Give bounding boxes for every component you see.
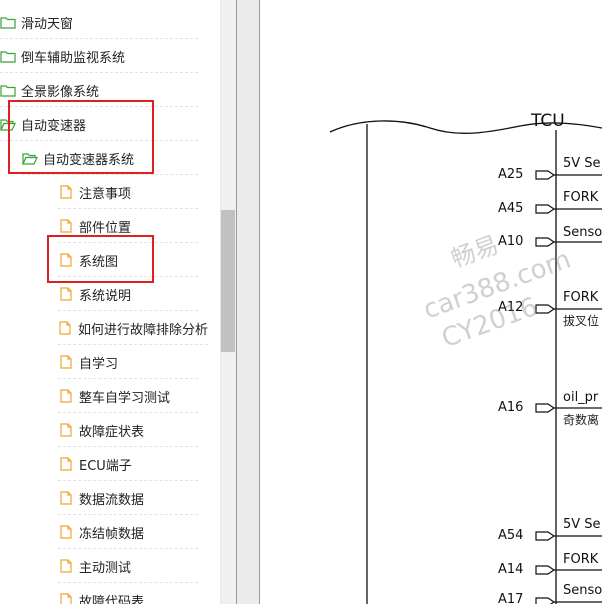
document-icon bbox=[58, 457, 74, 471]
signal-label: Senso bbox=[563, 583, 602, 598]
diagram-lines bbox=[329, 120, 602, 604]
tree-item-symptom-table[interactable]: 故障症状表 bbox=[58, 413, 198, 447]
tree-item-self-learning[interactable]: 自学习 bbox=[58, 345, 198, 379]
tree-item-label: ECU端子 bbox=[79, 458, 132, 474]
pin-label: A16 bbox=[498, 400, 524, 415]
diagram-title: TCU bbox=[531, 111, 565, 131]
tree-item-data-stream[interactable]: 数据流数据 bbox=[58, 481, 198, 515]
tree-item-vehicle-self-learning-test[interactable]: 整车自学习测试 bbox=[58, 379, 198, 413]
signal-label: 5V Se bbox=[563, 156, 601, 171]
tree-item-label: 故障代码表 bbox=[79, 594, 145, 605]
tree-item-label: 主动测试 bbox=[79, 560, 132, 576]
signal-sublabel: 奇数离 bbox=[563, 413, 600, 427]
signal-label: 5V Se bbox=[563, 517, 601, 532]
tree-item-label: 自学习 bbox=[79, 356, 119, 372]
tree-item-label: 系统图 bbox=[79, 254, 119, 270]
signal-sublabel: 拔叉位 bbox=[563, 314, 600, 328]
panel-divider[interactable] bbox=[236, 0, 260, 604]
document-icon bbox=[58, 287, 74, 301]
tree-item-ecu-terminals[interactable]: ECU端子 bbox=[58, 447, 198, 481]
sidebar-tree: 滑动天窗 倒车辅助监视系统 全景影像系统 自动变速器 自动变速器系统 注意事项 … bbox=[0, 0, 220, 604]
signal-label: FORK bbox=[563, 552, 599, 567]
pin-label: A45 bbox=[498, 201, 524, 216]
tree-item-label: 全景影像系统 bbox=[21, 84, 100, 100]
folder-icon bbox=[0, 15, 16, 29]
tree-item-label: 自动变速器系统 bbox=[43, 152, 135, 168]
pin-label: A17 bbox=[498, 592, 524, 607]
document-icon bbox=[58, 389, 74, 403]
tree-item-active-test[interactable]: 主动测试 bbox=[58, 549, 198, 583]
scrollbar-thumb[interactable] bbox=[221, 210, 235, 352]
folder-icon bbox=[0, 49, 16, 63]
tree-item-freeze-frame[interactable]: 冻结帧数据 bbox=[58, 515, 198, 549]
document-icon bbox=[58, 321, 73, 335]
pin-label: A10 bbox=[498, 234, 524, 249]
tree-item-precautions[interactable]: 注意事项 bbox=[58, 175, 198, 209]
document-icon bbox=[58, 423, 74, 437]
tree-item-sunroof[interactable]: 滑动天窗 bbox=[0, 5, 198, 39]
folder-icon bbox=[0, 83, 16, 97]
document-icon bbox=[58, 593, 74, 604]
tree-item-label: 如何进行故障排除分析 bbox=[77, 322, 208, 338]
pin-label: A12 bbox=[498, 300, 524, 315]
tree-item-label: 注意事项 bbox=[79, 186, 132, 202]
signal-label: FORK bbox=[563, 190, 599, 205]
wiring-diagram: TCU A25 5V Se A45 FORK A10 Senso A12 FOR… bbox=[260, 0, 602, 607]
tree-item-transmission-system[interactable]: 自动变速器系统 bbox=[22, 141, 198, 175]
pin-label: A14 bbox=[498, 562, 524, 577]
tree-item-label: 故障症状表 bbox=[79, 424, 145, 440]
tree-item-label: 倒车辅助监视系统 bbox=[21, 50, 126, 66]
tree-item-transmission[interactable]: 自动变速器 bbox=[0, 107, 198, 141]
tree-item-label: 滑动天窗 bbox=[21, 16, 74, 32]
tree-item-component-location[interactable]: 部件位置 bbox=[58, 209, 198, 243]
tree-item-label: 自动变速器 bbox=[21, 118, 87, 134]
folder-open-icon bbox=[22, 151, 38, 165]
document-icon bbox=[58, 185, 74, 199]
tree-item-label: 部件位置 bbox=[79, 220, 132, 236]
tree-item-label: 冻结帧数据 bbox=[79, 526, 145, 542]
document-icon bbox=[58, 219, 74, 233]
signal-label: FORK bbox=[563, 290, 599, 305]
pin-label: A54 bbox=[498, 528, 524, 543]
tree-item-system-description[interactable]: 系统说明 bbox=[58, 277, 198, 311]
document-icon bbox=[58, 525, 74, 539]
folder-open-icon bbox=[0, 117, 16, 131]
tree-item-label: 系统说明 bbox=[79, 288, 132, 304]
document-icon bbox=[58, 559, 74, 573]
signal-label: oil_pr bbox=[563, 390, 599, 405]
tree-item-dtc-table[interactable]: 故障代码表 bbox=[58, 583, 198, 604]
tree-item-label: 数据流数据 bbox=[79, 492, 145, 508]
document-icon bbox=[58, 355, 74, 369]
signal-label: Senso bbox=[563, 225, 602, 240]
tree-item-label: 整车自学习测试 bbox=[79, 390, 171, 406]
pin-label: A25 bbox=[498, 167, 524, 182]
tree-item-troubleshooting[interactable]: 如何进行故障排除分析 bbox=[58, 311, 208, 345]
tree-item-system-diagram[interactable]: 系统图 bbox=[58, 243, 198, 277]
document-icon bbox=[58, 253, 74, 267]
tree-item-reverse-monitor[interactable]: 倒车辅助监视系统 bbox=[0, 39, 198, 73]
document-icon bbox=[58, 491, 74, 505]
tree-item-panoramic[interactable]: 全景影像系统 bbox=[0, 73, 198, 107]
